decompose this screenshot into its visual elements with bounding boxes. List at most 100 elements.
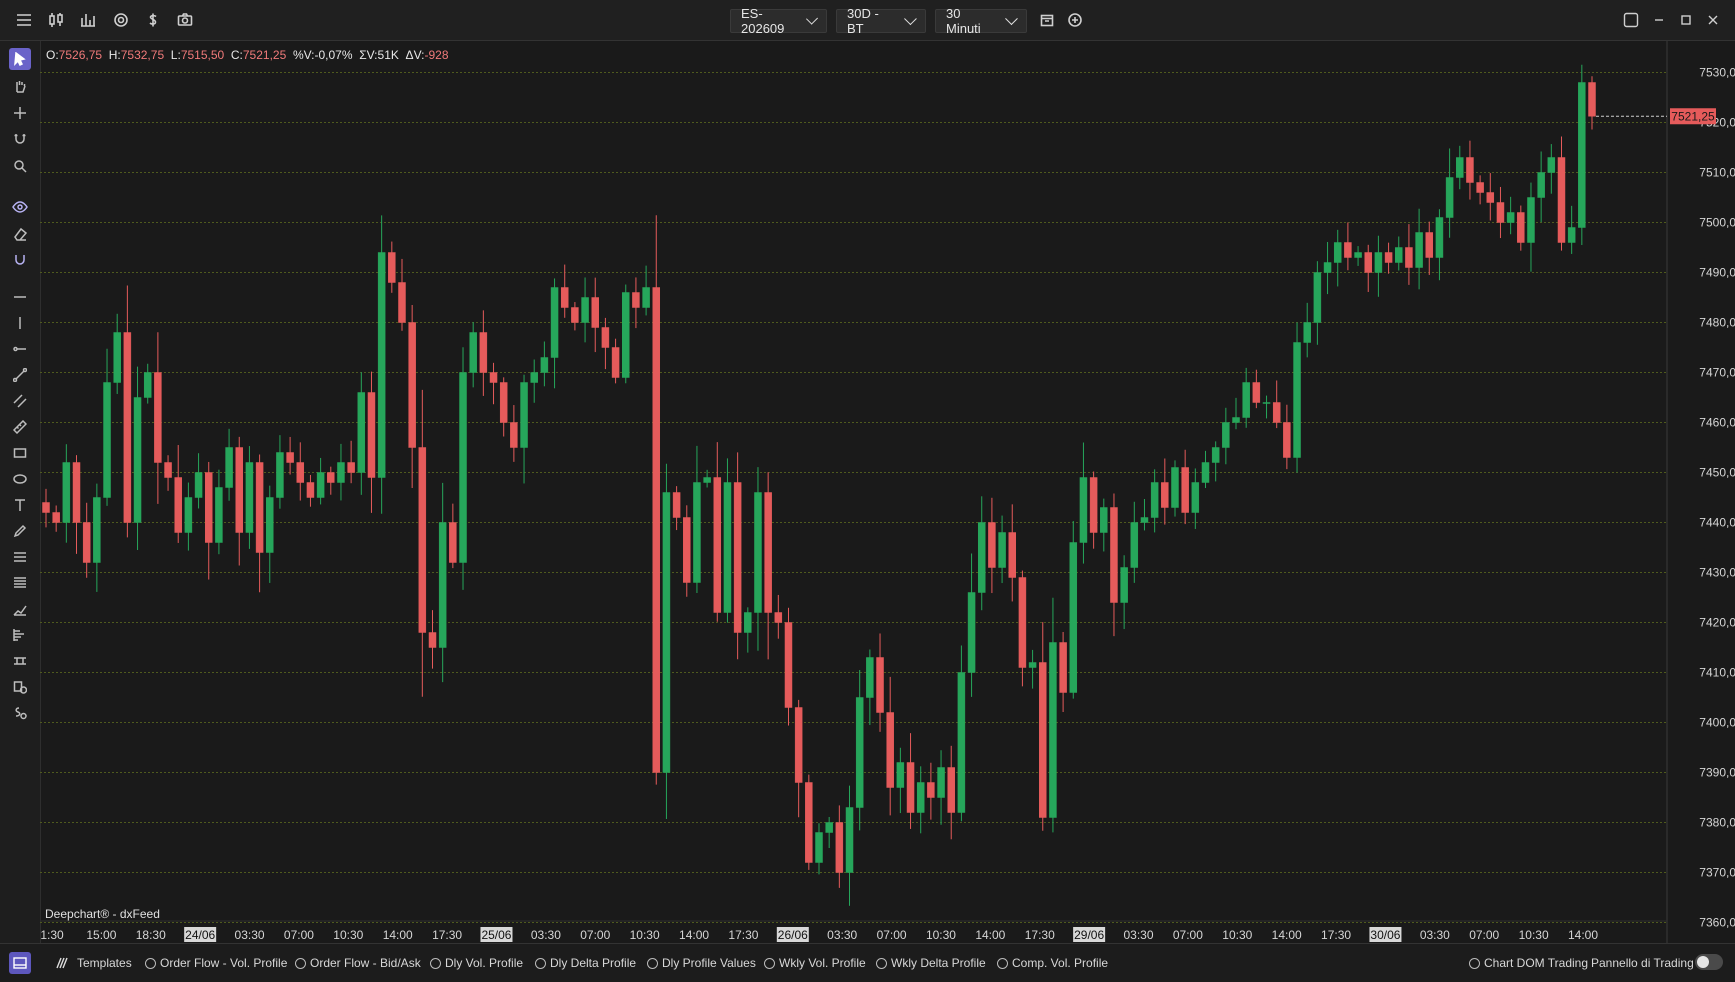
range-icon[interactable] <box>9 650 31 672</box>
text-icon[interactable] <box>9 494 31 516</box>
candle-body <box>571 307 579 323</box>
bar-chart-icon[interactable] <box>77 9 99 31</box>
candle-body <box>103 382 111 498</box>
candle-body <box>133 397 142 523</box>
x-tick-label: 10:30 <box>630 928 660 942</box>
camera-icon[interactable] <box>174 9 196 31</box>
dollar-icon[interactable] <box>142 9 164 31</box>
candle-body <box>530 372 538 383</box>
candle-body <box>266 497 274 553</box>
chevron-down-icon <box>1005 11 1018 25</box>
candle-body <box>327 472 335 483</box>
magnet-icon[interactable] <box>9 128 31 150</box>
template-order-flow-vol-profile[interactable]: Order Flow - Vol. Profile <box>145 956 287 970</box>
x-tick-label: 14:00 <box>1272 928 1302 942</box>
eye-icon[interactable] <box>9 196 31 218</box>
alert-settings-icon[interactable] <box>9 702 31 724</box>
layout-panel-icon[interactable] <box>9 952 31 974</box>
x-tick-label: 14:00 <box>1568 928 1598 942</box>
candle-body <box>123 332 132 523</box>
add-circle-icon[interactable] <box>1064 9 1086 31</box>
template-order-flow-bid-ask[interactable]: Order Flow - Bid/Ask <box>295 956 421 970</box>
eraser-icon[interactable] <box>9 223 31 245</box>
templates-button[interactable]: Templates <box>55 956 132 970</box>
calendar-icon[interactable] <box>1036 9 1058 31</box>
pencil-icon[interactable] <box>9 520 31 542</box>
symbol-dropdown[interactable]: ES-202609 <box>730 6 827 36</box>
candle-body <box>662 492 671 773</box>
candle-body <box>357 392 366 473</box>
rectangle-icon[interactable] <box>9 442 31 464</box>
candle-body <box>1110 507 1118 603</box>
ray-icon[interactable] <box>9 338 31 360</box>
candle-body <box>713 477 722 613</box>
vertical-line-icon[interactable] <box>9 312 31 334</box>
trading-panel-toggle[interactable] <box>1695 954 1723 970</box>
channel-icon[interactable] <box>9 390 31 412</box>
candle-body <box>1079 477 1088 543</box>
close-icon[interactable] <box>1704 11 1722 29</box>
ellipse-icon[interactable] <box>9 468 31 490</box>
symbol-label: ES-202609 <box>741 6 785 36</box>
magnet-lock-icon[interactable] <box>9 249 31 271</box>
candle-body <box>642 287 650 308</box>
candle-type-icon[interactable] <box>45 9 67 31</box>
price-chart[interactable]: 7530,007520,007510,007500,007490,007480,… <box>40 41 1735 943</box>
template-dly-profile-values[interactable]: Dly Profile Values <box>647 956 756 970</box>
candle-body <box>1272 402 1281 423</box>
radio-icon <box>876 957 887 969</box>
y-tick-label: 7360,00 <box>1699 916 1735 930</box>
candle-body <box>1567 227 1576 243</box>
horizontal-line-icon[interactable] <box>9 286 31 308</box>
candle-body <box>1191 482 1200 513</box>
fib-icon[interactable] <box>9 546 31 568</box>
candle-body <box>1181 467 1189 513</box>
candle-body <box>469 332 477 373</box>
candle-body <box>1486 192 1495 203</box>
chart-dom-trading-toggle[interactable]: Chart DOM Trading <box>1469 956 1588 970</box>
menu-icon[interactable] <box>13 9 35 31</box>
template-dly-delta-profile[interactable]: Dly Delta Profile <box>535 956 636 970</box>
last-price-label: 7521,25 <box>1671 109 1715 123</box>
levels-icon[interactable] <box>9 572 31 594</box>
time-axis[interactable]: 1:30 15:00 18:30 24/06 03:30 07:00 10:30 14:00 1… <box>40 920 1667 942</box>
candle-body <box>977 522 986 593</box>
template-wkly-vol-profile[interactable]: Wkly Vol. Profile <box>764 956 866 970</box>
cursor-icon[interactable] <box>9 48 31 70</box>
crosshair-icon[interactable] <box>9 102 31 124</box>
range-dropdown[interactable]: 30D - BT <box>836 6 926 36</box>
x-tick-label: 03:30 <box>531 928 561 942</box>
hand-icon[interactable] <box>9 75 31 97</box>
ruler-icon[interactable] <box>9 416 31 438</box>
zoom-icon[interactable] <box>9 155 31 177</box>
delta-volume-value: -928 <box>424 48 449 62</box>
x-tick-label: 10:30 <box>926 928 956 942</box>
template-wkly-delta-profile[interactable]: Wkly Delta Profile <box>876 956 986 970</box>
settings-icon[interactable] <box>110 9 132 31</box>
candle-body <box>744 612 752 633</box>
volume-profile-icon[interactable] <box>9 624 31 646</box>
y-tick-label: 7370,00 <box>1699 866 1735 880</box>
y-tick-label: 7400,00 <box>1699 716 1735 730</box>
price-axis[interactable]: 7530,007520,007510,007500,007490,007480,… <box>1666 41 1735 943</box>
alert-dollar-icon[interactable] <box>9 676 31 698</box>
candle-body <box>1557 157 1566 243</box>
pitchfork-icon[interactable] <box>9 598 31 620</box>
interval-dropdown[interactable]: 30 Minuti <box>935 6 1027 36</box>
template-dly-vol-profile[interactable]: Dly Vol. Profile <box>430 956 523 970</box>
maximize-icon[interactable] <box>1677 11 1695 29</box>
candle-body <box>225 447 233 488</box>
restore-layout-icon[interactable] <box>1622 11 1640 29</box>
x-tick-label: 24/06 <box>185 928 215 942</box>
x-tick-label: 10:30 <box>333 928 363 942</box>
candle-body <box>1100 507 1108 533</box>
minimize-icon[interactable] <box>1650 11 1668 29</box>
candle-body <box>1171 467 1179 508</box>
candle-body <box>805 782 813 863</box>
candle-body <box>652 287 661 773</box>
trend-line-icon[interactable] <box>9 364 31 386</box>
candle-body <box>988 522 996 568</box>
candle-body <box>1161 482 1169 508</box>
template-comp-vol-profile[interactable]: Comp. Vol. Profile <box>997 956 1108 970</box>
candle-body <box>489 372 498 383</box>
